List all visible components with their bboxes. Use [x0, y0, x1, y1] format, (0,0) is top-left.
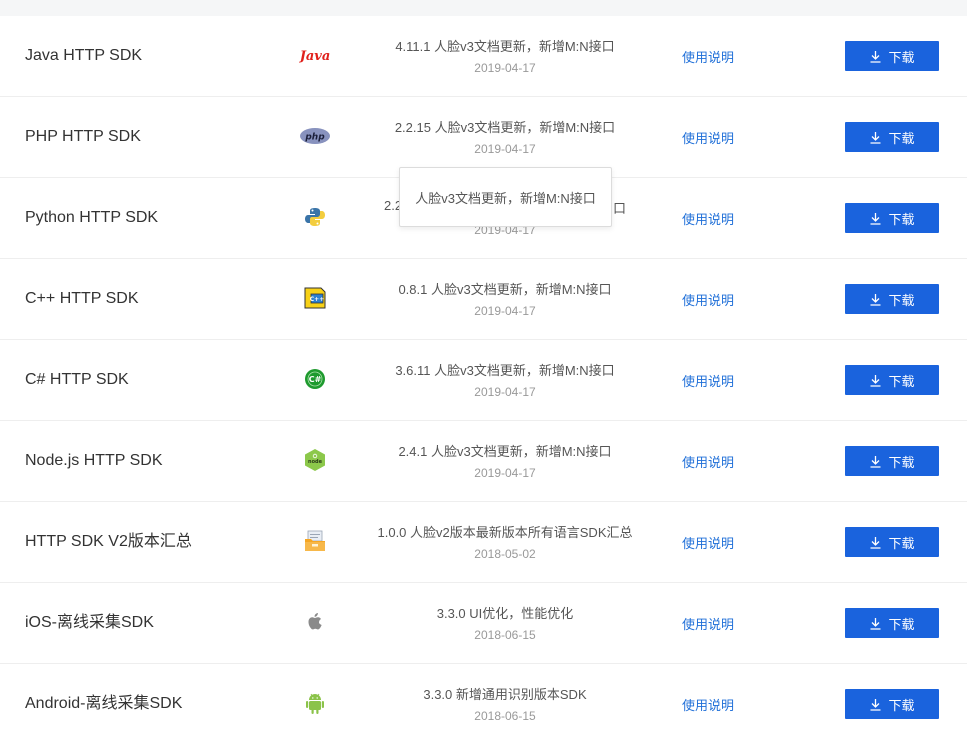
version-tooltip: 人脸v3文档更新，新增M:N接口 — [399, 167, 612, 227]
download-icon — [870, 698, 881, 711]
release-date: 2019-04-17 — [474, 385, 536, 399]
release-date: 2018-06-15 — [474, 628, 536, 642]
sdk-name: Android-离线采集SDK — [25, 695, 183, 712]
usage-doc-link[interactable]: 使用说明 — [682, 128, 734, 147]
sdk-name: C# HTTP SDK — [25, 371, 129, 388]
download-label: 下载 — [888, 130, 915, 146]
download-button[interactable]: 下载 — [845, 122, 939, 152]
svg-text:Java: Java — [299, 49, 330, 64]
download-button[interactable]: 下载 — [845, 365, 939, 395]
download-button[interactable]: 下载 — [845, 689, 939, 719]
version-text: 3.6.11 人脸v3文档更新，新增M:N接口 — [395, 363, 615, 378]
download-button[interactable]: 下载 — [845, 203, 939, 233]
sdk-name: Node.js HTTP SDK — [25, 452, 163, 469]
list-item: HTTP SDK V2版本汇总 1.0.0 人脸v2版本最新版本所有语言SDK汇… — [0, 502, 967, 583]
list-item: C# HTTP SDK C# 3.6.11 人脸v3文档更新，新增M:N接口 2… — [0, 340, 967, 421]
download-icon — [870, 50, 881, 63]
svg-text:node: node — [308, 459, 323, 465]
version-text: 4.11.1 人脸v3文档更新，新增M:N接口 — [395, 39, 615, 54]
cpp-icon: C++ — [299, 286, 331, 310]
download-label: 下载 — [888, 211, 915, 227]
version-text: 3.3.0 UI优化，性能优化 — [436, 606, 574, 621]
release-date: 2019-04-17 — [474, 304, 536, 318]
version-text: 2.2.15 人脸v3文档更新，新增M:N接口 — [394, 120, 616, 135]
svg-text:C++: C++ — [310, 296, 324, 303]
download-label: 下载 — [888, 292, 915, 308]
list-item: Android-离线采集SDK 3.3.0 新增通用识别版本SDK 2018-0… — [0, 664, 967, 737]
download-icon — [870, 131, 881, 144]
usage-doc-link[interactable]: 使用说明 — [682, 614, 734, 633]
download-label: 下载 — [888, 373, 915, 389]
usage-doc-link[interactable]: 使用说明 — [682, 452, 734, 471]
download-label: 下载 — [888, 616, 915, 632]
python-icon — [299, 205, 331, 229]
top-strip — [0, 0, 967, 16]
release-date: 2019-04-17 — [474, 61, 536, 75]
usage-doc-link[interactable]: 使用说明 — [682, 47, 734, 66]
list-item: C++ HTTP SDK C++ 0.8.1 人脸v3文档更新，新增M:N接口 … — [0, 259, 967, 340]
download-label: 下载 — [888, 49, 915, 65]
download-icon — [870, 212, 881, 225]
download-button[interactable]: 下载 — [845, 446, 939, 476]
sdk-name: Java HTTP SDK — [25, 47, 143, 64]
usage-doc-link[interactable]: 使用说明 — [682, 290, 734, 309]
download-icon — [870, 455, 881, 468]
svg-text:C#: C# — [309, 375, 322, 384]
release-date: 2018-06-15 — [474, 709, 536, 723]
usage-doc-link[interactable]: 使用说明 — [682, 695, 734, 714]
version-text: 3.3.0 新增通用识别版本SDK — [423, 687, 587, 702]
download-button[interactable]: 下载 — [845, 284, 939, 314]
download-label: 下载 — [888, 697, 915, 713]
android-icon — [299, 691, 331, 715]
usage-doc-link[interactable]: 使用说明 — [682, 209, 734, 228]
download-icon — [870, 617, 881, 630]
nodejs-icon: node — [299, 448, 331, 472]
version-text: 1.0.0 人脸v2版本最新版本所有语言SDK汇总 — [377, 525, 633, 540]
download-label: 下载 — [888, 535, 915, 551]
version-text-visible-end: 口 — [612, 201, 626, 216]
archive-icon — [299, 529, 331, 553]
download-button[interactable]: 下载 — [845, 527, 939, 557]
list-item: iOS-离线采集SDK 3.3.0 UI优化，性能优化 2018-06-15 使… — [0, 583, 967, 664]
sdk-name: PHP HTTP SDK — [25, 128, 141, 145]
release-date: 2019-04-17 — [474, 142, 536, 156]
csharp-icon: C# — [299, 367, 331, 391]
usage-doc-link[interactable]: 使用说明 — [682, 371, 734, 390]
sdk-name: C++ HTTP SDK — [25, 290, 139, 307]
release-date: 2018-05-02 — [474, 547, 536, 561]
download-icon — [870, 374, 881, 387]
download-icon — [870, 536, 881, 549]
svg-text:php: php — [304, 133, 325, 143]
list-item: PHP HTTP SDK php 2.2.15 人脸v3文档更新，新增M:N接口… — [0, 97, 967, 178]
download-icon — [870, 293, 881, 306]
download-button[interactable]: 下载 — [845, 41, 939, 71]
sdk-name: Python HTTP SDK — [25, 209, 159, 226]
release-date: 2019-04-17 — [474, 466, 536, 480]
version-text: 0.8.1 人脸v3文档更新，新增M:N接口 — [398, 282, 612, 297]
download-label: 下载 — [888, 454, 915, 470]
sdk-list: Java HTTP SDK Java 4.11.1 人脸v3文档更新，新增M:N… — [0, 16, 967, 737]
sdk-name: HTTP SDK V2版本汇总 — [25, 533, 192, 550]
sdk-name: iOS-离线采集SDK — [25, 614, 154, 631]
usage-doc-link[interactable]: 使用说明 — [682, 533, 734, 552]
apple-icon — [299, 610, 331, 634]
php-icon: php — [299, 124, 331, 148]
download-button[interactable]: 下载 — [845, 608, 939, 638]
list-item: Java HTTP SDK Java 4.11.1 人脸v3文档更新，新增M:N… — [0, 16, 967, 97]
version-text: 2.4.1 人脸v3文档更新，新增M:N接口 — [398, 444, 612, 459]
java-icon: Java — [299, 43, 331, 67]
list-item: Node.js HTTP SDK node 2.4.1 人脸v3文档更新，新增M… — [0, 421, 967, 502]
